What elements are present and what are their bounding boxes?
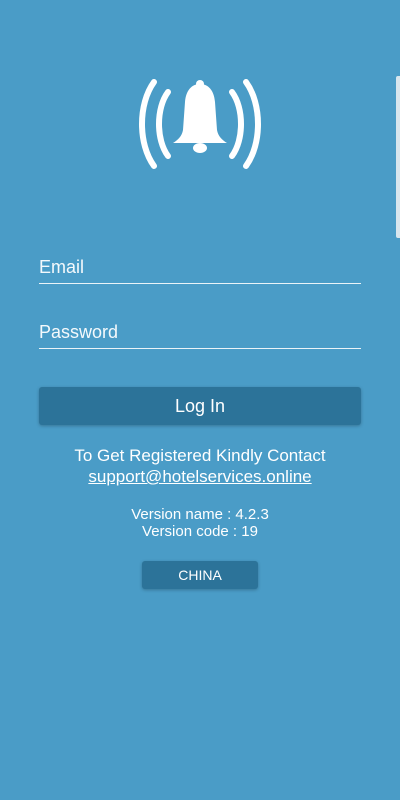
bell-alarm-icon: [139, 79, 261, 169]
password-field[interactable]: [39, 316, 361, 349]
contact-message: To Get Registered Kindly Contact: [74, 446, 326, 465]
login-button[interactable]: Log In: [39, 387, 361, 425]
password-input[interactable]: [39, 316, 361, 348]
contact-section: To Get Registered Kindly Contact support…: [0, 445, 400, 487]
email-input[interactable]: [39, 251, 361, 283]
version-name: Version name : 4.2.3: [131, 506, 269, 523]
scrollbar[interactable]: [396, 76, 400, 238]
region-button[interactable]: CHINA: [142, 561, 258, 589]
version-info: Version name : 4.2.3 Version code : 19: [0, 506, 400, 540]
support-email-link[interactable]: support@hotelservices.online: [88, 467, 311, 486]
email-field[interactable]: [39, 251, 361, 284]
version-code: Version code : 19: [142, 523, 258, 540]
